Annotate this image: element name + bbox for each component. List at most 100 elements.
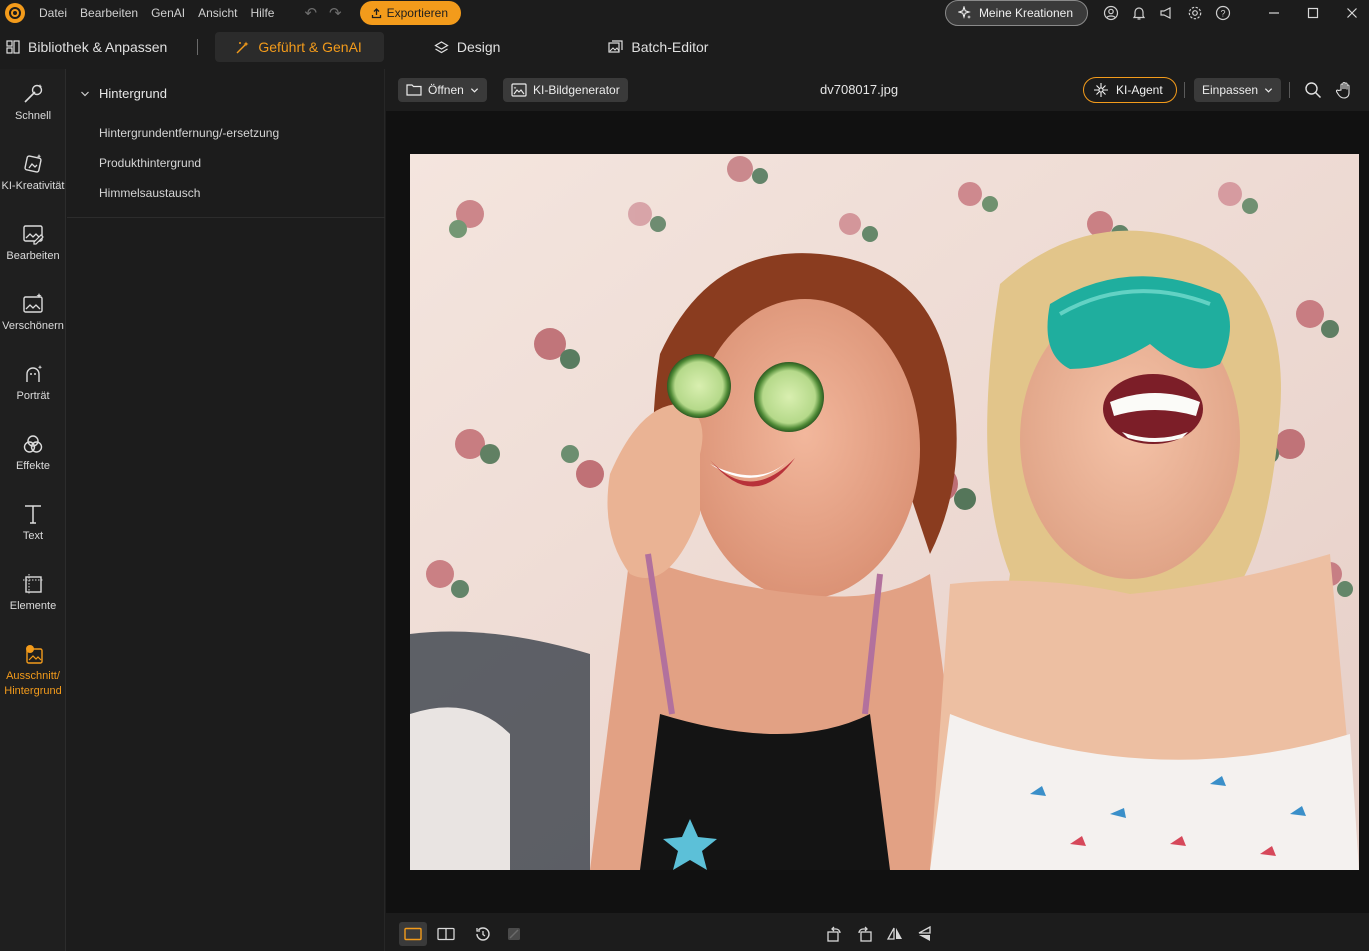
library-icon — [6, 40, 20, 54]
history-icon[interactable] — [469, 922, 497, 946]
zoom-search-icon[interactable] — [1302, 79, 1324, 101]
rotate-right-icon[interactable] — [851, 922, 879, 946]
megaphone-icon[interactable] — [1158, 4, 1176, 22]
help-icon[interactable]: ? — [1214, 4, 1232, 22]
elements-icon — [20, 571, 46, 597]
batch-images-icon — [608, 39, 624, 53]
panel-section-header[interactable]: Hintergrund — [80, 86, 167, 101]
single-view-icon[interactable] — [399, 922, 427, 946]
meine-kreationen-button[interactable]: Meine Kreationen — [944, 0, 1088, 26]
file-name: dv708017.jpg — [820, 82, 899, 97]
rail-item-elemente[interactable]: Elemente — [0, 571, 66, 614]
rail-label-elemente: Elemente — [9, 600, 57, 612]
rail-item-schnell[interactable]: Schnell — [0, 81, 66, 124]
rail-label-portraet: Porträt — [16, 390, 50, 402]
kreationen-label: Meine Kreationen — [978, 6, 1073, 20]
rail-item-text[interactable]: Text — [0, 501, 66, 544]
menu-datei[interactable]: Datei — [39, 6, 67, 20]
open-label: Öffnen — [428, 83, 464, 97]
edit-image-icon — [20, 221, 46, 247]
rail-item-effekte[interactable]: Effekte — [0, 431, 66, 474]
sparkle-icon — [957, 6, 971, 19]
rail-label-ki-kreativitaet: KI-Kreativität — [1, 180, 65, 192]
rail-label-text: Text — [22, 530, 44, 542]
compare-original-icon[interactable] — [500, 922, 528, 946]
rail-item-ausschnitt-hintergrund[interactable]: Ausschnitt/ Hintergrund — [0, 641, 66, 699]
rail-label-verschoenern: Verschönern — [2, 320, 64, 332]
maximize-icon[interactable] — [1298, 0, 1328, 26]
tab-batch-editor[interactable]: Batch-Editor — [598, 32, 718, 62]
export-label: Exportieren — [386, 6, 448, 20]
account-icon[interactable] — [1102, 4, 1120, 22]
hand-pan-icon[interactable] — [1334, 79, 1356, 101]
tab-guided-genai[interactable]: Geführt & GenAI — [215, 32, 384, 62]
ai-image-generator-button[interactable]: KI-Bildgenerator — [503, 78, 628, 102]
menu-bearbeiten[interactable]: Bearbeiten — [80, 6, 138, 20]
ai-creativity-icon — [20, 151, 46, 177]
magic-wand-icon — [20, 81, 46, 107]
settings-icon[interactable] — [1186, 4, 1204, 22]
export-icon — [371, 7, 381, 18]
generator-label: KI-Bildgenerator — [533, 83, 620, 97]
menu-genai[interactable]: GenAI — [151, 6, 185, 20]
tab-library-label: Bibliothek & Anpassen — [28, 39, 168, 55]
undo-icon[interactable]: ↶ — [304, 4, 317, 22]
redo-icon[interactable]: ↷ — [329, 4, 342, 22]
cutout-icon — [20, 641, 46, 667]
fit-dropdown[interactable]: Einpassen — [1194, 78, 1282, 102]
toolbar-divider — [1184, 82, 1185, 98]
text-icon — [20, 501, 46, 527]
export-button[interactable]: Exportieren — [359, 1, 461, 25]
chevron-down-icon — [81, 91, 89, 96]
portrait-icon — [20, 361, 46, 387]
open-button[interactable]: Öffnen — [398, 78, 487, 102]
agent-label: KI-Agent — [1116, 83, 1163, 97]
panel-item-sky-replacement[interactable]: Himmelsaustausch — [99, 186, 200, 200]
chevron-down-icon — [470, 87, 478, 93]
rail-item-verschoenern[interactable]: Verschönern — [0, 291, 66, 334]
split-view-icon[interactable] — [432, 922, 460, 946]
rail-item-portraet[interactable]: Porträt — [0, 361, 66, 404]
editor-canvas[interactable] — [386, 111, 1369, 913]
flip-horizontal-icon[interactable] — [881, 922, 909, 946]
layers-icon — [434, 40, 449, 53]
fit-label: Einpassen — [1202, 83, 1259, 97]
tab-design[interactable]: Design — [424, 32, 511, 62]
menu-hilfe[interactable]: Hilfe — [250, 6, 274, 20]
rail-label-schnell: Schnell — [14, 110, 52, 122]
tab-divider — [197, 39, 199, 55]
flip-vertical-icon[interactable] — [911, 922, 939, 946]
tab-design-label: Design — [456, 39, 501, 55]
panel-heading: Hintergrund — [99, 86, 167, 101]
chevron-down-icon — [1264, 87, 1273, 93]
app-logo-icon[interactable] — [5, 3, 25, 23]
effects-icon — [20, 431, 46, 457]
rail-label-ausschnitt-hintergrund: Ausschnitt/ Hintergrund — [4, 670, 62, 697]
svg-text:?: ? — [1220, 9, 1225, 19]
panel-item-background-removal[interactable]: Hintergrundentfernung/-ersetzung — [99, 126, 279, 140]
beautify-icon — [20, 291, 46, 317]
tab-library[interactable]: Bibliothek & Anpassen — [0, 32, 177, 62]
mode-tabbar: Bibliothek & Anpassen Geführt & GenAI De… — [0, 30, 1369, 64]
menu-ansicht[interactable]: Ansicht — [198, 6, 237, 20]
background-panel: Hintergrund Hintergrundentfernung/-erset… — [67, 69, 385, 951]
rail-item-bearbeiten[interactable]: Bearbeiten — [0, 221, 66, 264]
toolbar-divider — [1289, 82, 1290, 98]
edited-photo[interactable] — [410, 154, 1359, 870]
magic-wand-icon — [236, 41, 249, 53]
ai-agent-button[interactable]: KI-Agent — [1083, 77, 1177, 103]
canvas-toolbar: Öffnen KI-Bildgenerator dv708017.jpg KI-… — [386, 69, 1369, 111]
sparkle-icon — [1094, 83, 1108, 97]
title-bar: Datei Bearbeiten GenAI Ansicht Hilfe ↶ ↷… — [0, 0, 1369, 26]
rail-label-bearbeiten: Bearbeiten — [6, 250, 60, 262]
rail-item-ki-kreativitaet[interactable]: KI-Kreativität — [0, 151, 66, 194]
close-icon[interactable] — [1337, 0, 1367, 26]
canvas-bottom-bar — [386, 913, 1369, 951]
panel-item-product-background[interactable]: Produkthintergrund — [99, 156, 201, 170]
rotate-left-icon[interactable] — [820, 922, 848, 946]
tool-rail: Schnell KI-Kreativität Bearbeiten Versch… — [0, 69, 66, 951]
minimize-icon[interactable] — [1259, 0, 1289, 26]
bell-icon[interactable] — [1130, 4, 1148, 22]
tab-guided-label: Geführt & GenAI — [258, 39, 362, 55]
folder-icon — [406, 84, 422, 96]
